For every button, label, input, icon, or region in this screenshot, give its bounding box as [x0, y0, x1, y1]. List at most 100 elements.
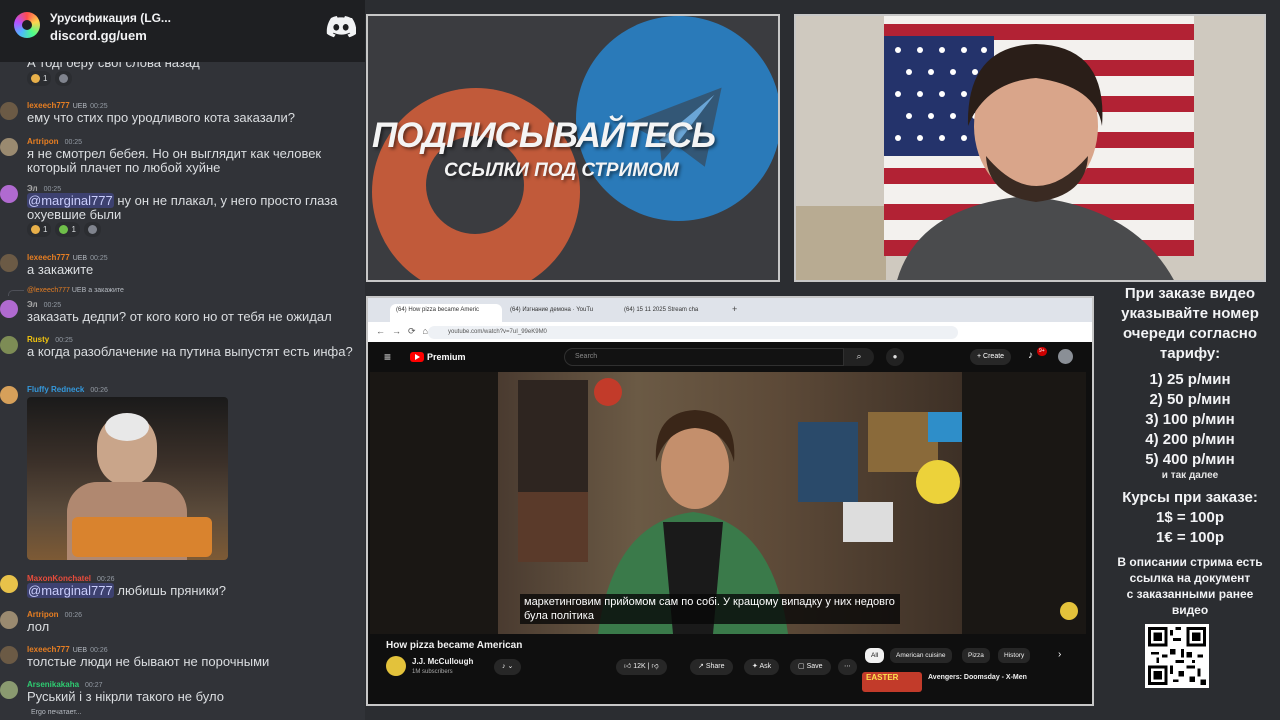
tab-pizza-video[interactable]: (64) How pizza became Americ — [390, 304, 502, 322]
username[interactable]: Artripon 00:26 — [27, 610, 82, 619]
description-line: В описании стрима есть — [1117, 555, 1263, 569]
account-avatar[interactable] — [1058, 349, 1073, 364]
server-icon[interactable] — [14, 12, 40, 38]
mic-icon[interactable]: ● — [886, 348, 904, 366]
new-tab-icon[interactable]: + — [732, 304, 737, 314]
more-actions-button[interactable]: ⋯ — [838, 659, 857, 675]
youtube-play-icon — [410, 352, 424, 362]
emoji-icon — [31, 225, 40, 234]
reaction-button[interactable]: 1 — [27, 71, 52, 86]
add-reaction-icon — [59, 74, 69, 83]
avatar[interactable] — [0, 575, 18, 593]
pizza-shape — [72, 517, 212, 557]
notify-bell-button[interactable]: ♪ ⌄ — [494, 659, 522, 675]
url-field[interactable]: youtube.com/watch?v=7uI_99eK9M0 — [428, 326, 958, 339]
add-reaction-button[interactable] — [55, 71, 73, 86]
channel-watermark[interactable] — [1060, 602, 1078, 620]
search-input[interactable]: Search — [564, 348, 844, 366]
avatar[interactable] — [0, 254, 18, 272]
stream-overlay: Урусификация (LG... discord.gg/uem А тод… — [0, 0, 1280, 720]
tab-exorcism-video[interactable]: (64) Изгнание демона · YouTu — [504, 304, 616, 322]
avatar[interactable] — [0, 102, 18, 120]
server-name[interactable]: Урусификация (LG... — [50, 11, 171, 25]
message-text: а закажите — [27, 262, 94, 277]
avatar[interactable] — [0, 611, 18, 629]
server-invite-link[interactable]: discord.gg/uem — [50, 28, 147, 43]
cream-shape — [105, 413, 149, 441]
attached-image[interactable] — [27, 397, 228, 560]
username[interactable]: Эл 00:25 — [27, 300, 61, 309]
price-tier: 3) 100 р/мин — [1145, 411, 1235, 428]
pricing-heading-line: тарифу: — [1159, 345, 1221, 362]
avatar[interactable] — [0, 185, 18, 203]
webcam-feed — [794, 14, 1266, 282]
reply-preview[interactable]: @lexeech777 UEB а закажите — [27, 287, 124, 294]
description-line: ссылка на документ — [1129, 571, 1251, 585]
ask-button[interactable]: ✦ Ask — [744, 659, 780, 675]
avatar[interactable] — [0, 386, 18, 404]
message-text: заказать дедпи? от кого кого но от тебя … — [27, 309, 332, 324]
username[interactable]: lexeech777 UEB 00:25 — [27, 101, 108, 110]
pricing-heading-line: При заказе видео — [1124, 285, 1256, 302]
chip-pizza[interactable]: Pizza — [962, 648, 990, 663]
avatar[interactable] — [0, 336, 18, 354]
chip-history[interactable]: History — [998, 648, 1031, 663]
avatar[interactable] — [0, 646, 18, 664]
price-tier: 2) 50 р/мин — [1149, 391, 1231, 408]
address-bar: ←→⟳⌂ youtube.com/watch?v=7uI_99eK9M0 — [368, 322, 1092, 342]
chip-all[interactable]: All — [865, 648, 885, 663]
qr-code — [1145, 624, 1209, 688]
reaction-button[interactable]: 1 — [27, 222, 52, 237]
menu-icon[interactable]: ≡ — [384, 350, 391, 364]
message-text: лол — [27, 619, 50, 634]
message-text: Руський і з нікрли такого не було — [27, 689, 224, 704]
chip-american-cuisine[interactable]: American cuisine — [890, 648, 952, 663]
search-icon[interactable]: ⌕ — [844, 348, 874, 366]
message-text: я не смотрел бебея. Но он выглядит как ч… — [27, 146, 322, 175]
nav-icons[interactable]: ←→⟳⌂ — [376, 326, 435, 337]
username[interactable]: lexeech777 UEB 00:25 — [27, 253, 108, 262]
share-button[interactable]: ↗ Share — [690, 659, 733, 675]
channel-avatar[interactable] — [386, 656, 406, 676]
avatar[interactable] — [0, 300, 18, 318]
chevron-right-icon[interactable]: › — [1058, 649, 1061, 660]
create-button[interactable]: + Create — [970, 349, 1012, 365]
add-reaction-button[interactable] — [83, 222, 101, 237]
price-etc: и так далее — [1161, 470, 1219, 481]
username[interactable]: Artripon 00:25 — [27, 137, 82, 146]
username[interactable]: Rusty 00:25 — [27, 335, 73, 344]
price-tier: 4) 200 р/мин — [1145, 431, 1235, 448]
recommended-thumbnail[interactable]: EASTER — [862, 672, 922, 692]
save-button[interactable]: ▢ Save — [790, 659, 831, 675]
reactions: 1 — [27, 71, 73, 86]
pricing-heading-line: очереди согласно — [1122, 325, 1258, 342]
typing-indicator: Ergo печатает... — [31, 709, 82, 716]
youtube-logo[interactable]: Premium — [410, 352, 466, 362]
username[interactable]: Arsenikakaha 00:27 — [27, 680, 103, 689]
user-mention[interactable]: @marginal777 — [27, 193, 114, 208]
price-tier: 1) 25 р/мин — [1149, 371, 1231, 388]
discord-icon — [326, 16, 356, 38]
add-reaction-icon — [87, 225, 97, 234]
message-text: @marginal777 любишь пряники? — [27, 583, 227, 598]
bell-icon[interactable]: ♪ — [1028, 350, 1033, 361]
recommended-title[interactable]: Avengers: Doomsday - X-Men — [928, 674, 1027, 681]
user-mention[interactable]: @marginal777 — [27, 583, 114, 598]
reactions: 1 1 — [27, 222, 101, 237]
notification-badge: 9+ — [1037, 347, 1047, 356]
like-button[interactable]: 👍︎ 12K | 👎︎ — [616, 659, 667, 675]
username[interactable]: Эл 00:25 — [27, 184, 61, 193]
reaction-button[interactable]: 1 — [55, 222, 80, 237]
username[interactable]: Fluffy Redneck 00:26 — [27, 385, 108, 394]
tab-stream-chat[interactable]: (64) 15 11 2025 Stream cha — [618, 304, 730, 322]
channel-name[interactable]: J.J. McCullough — [412, 657, 473, 666]
course-rate: 1$ = 100р — [1156, 509, 1224, 526]
message-text: толстые люди не бывают не порочными — [27, 654, 270, 669]
promo-title: ПОДПИСЫВАЙТЕСЬ — [372, 116, 716, 155]
avatar[interactable] — [0, 681, 18, 699]
username[interactable]: lexeech777 UEB 00:26 — [27, 645, 108, 654]
video-player[interactable]: маркетинговим прийомом сам по собі. У кр… — [370, 372, 1086, 634]
description-line: видео — [1171, 603, 1209, 617]
avatar[interactable] — [0, 138, 18, 156]
username[interactable]: MaxonKonchatel 00:26 — [27, 574, 115, 583]
